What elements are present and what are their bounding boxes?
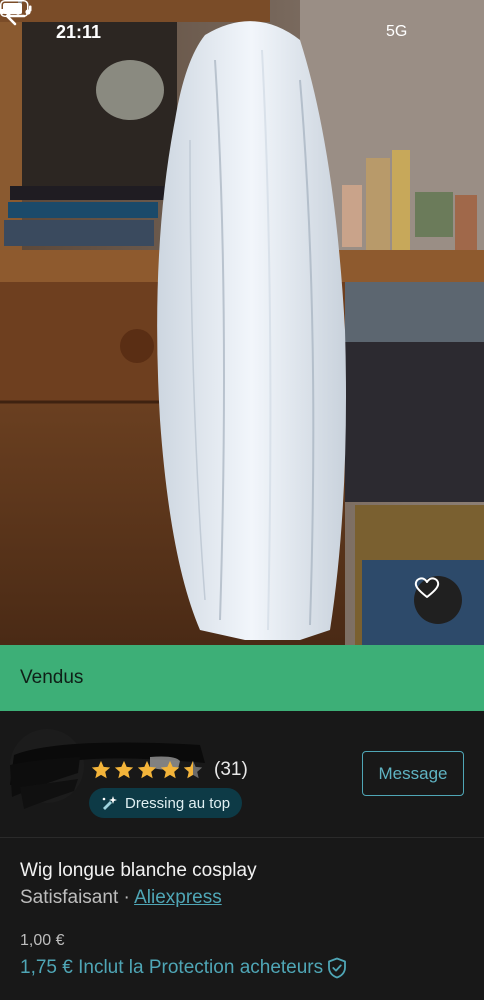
star-full-icon — [114, 760, 134, 779]
rating-stars — [90, 759, 204, 781]
meta-separator: · — [118, 887, 135, 908]
star-half-icon — [183, 760, 203, 779]
seller-rating[interactable]: (31) — [90, 759, 248, 781]
sold-banner: Vendus — [0, 645, 484, 711]
seller-row[interactable]: (31) Dressing au top Message — [0, 711, 484, 838]
brand-link[interactable]: Aliexpress — [134, 887, 222, 908]
item-title: Wig longue blanche cosplay — [20, 860, 257, 881]
item-meta: Satisfaisant · Aliexpress — [20, 887, 222, 909]
heart-icon — [414, 577, 440, 598]
star-full-icon — [137, 760, 157, 779]
dressing-au-top-badge[interactable]: Dressing au top — [89, 788, 243, 818]
network-label: 5G — [386, 23, 408, 40]
total-price-with-protection[interactable]: 1,75 € Inclut la Protection acheteurs — [20, 957, 347, 979]
item-photo[interactable]: 21:11 5G — [0, 0, 484, 645]
sparkle-hanger-icon — [102, 796, 117, 810]
wig-photo-image — [0, 0, 484, 645]
total-price-label: 1,75 € Inclut la Protection acheteurs — [20, 957, 324, 978]
shield-check-icon — [328, 957, 347, 979]
more-horizontal-icon[interactable] — [0, 0, 36, 24]
status-time: 21:11 — [56, 22, 102, 42]
favorite-button[interactable] — [414, 576, 462, 624]
review-count: (31) — [214, 759, 248, 780]
item-condition: Satisfaisant — [20, 887, 119, 908]
message-button[interactable]: Message — [362, 751, 464, 796]
item-details: Wig longue blanche cosplay Satisfaisant … — [0, 839, 484, 1000]
sold-label: Vendus — [20, 667, 84, 688]
badge-label: Dressing au top — [125, 794, 231, 812]
status-bar: 21:11 5G — [0, 0, 484, 62]
item-price: 1,00 € — [20, 932, 65, 949]
star-full-icon — [91, 760, 111, 779]
star-full-icon — [160, 760, 180, 779]
